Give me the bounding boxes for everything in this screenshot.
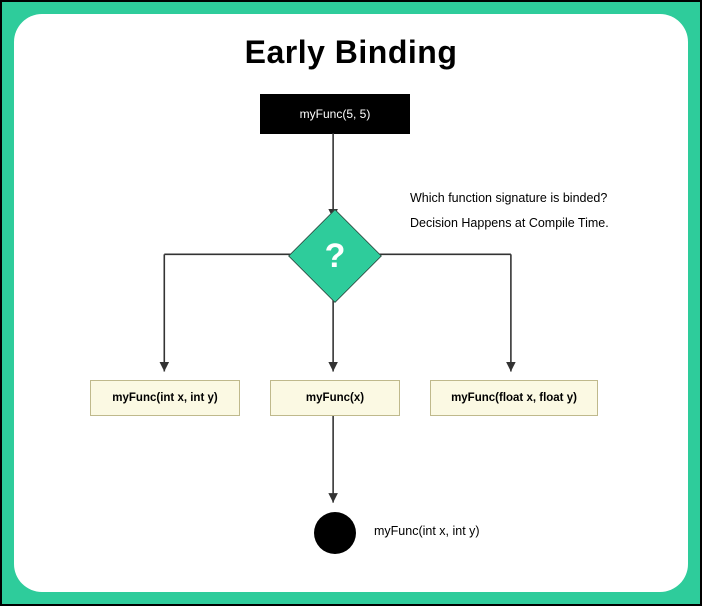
border-frame: Early Binding myFunc(5, 5) ? Which funct…: [2, 2, 700, 604]
diagram-title: Early Binding: [14, 34, 688, 71]
result-label: myFunc(int x, int y): [374, 524, 480, 538]
function-call-box: myFunc(5, 5): [260, 94, 410, 134]
annotation-text: Which function signature is binded? Deci…: [410, 186, 609, 236]
option-box-1: myFunc(int x, int y): [90, 380, 240, 416]
annotation-line-1: Which function signature is binded?: [410, 186, 609, 211]
annotation-line-2: Decision Happens at Compile Time.: [410, 211, 609, 236]
question-mark-icon: ?: [289, 210, 381, 302]
option-box-3: myFunc(float x, float y): [430, 380, 598, 416]
end-node-circle: [314, 512, 356, 554]
decision-node: ?: [289, 210, 381, 302]
option-box-2: myFunc(x): [270, 380, 400, 416]
diagram-canvas: Early Binding myFunc(5, 5) ? Which funct…: [14, 14, 688, 592]
